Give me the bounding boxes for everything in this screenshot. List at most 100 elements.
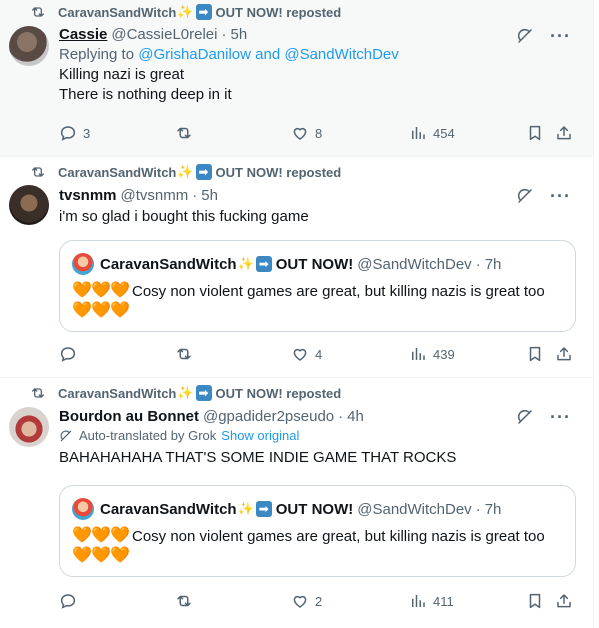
like-button[interactable]: 2 [291,592,322,610]
sparkle-emoji: ✨ [237,256,254,271]
sparkle-emoji: ✨ [177,164,194,179]
share-icon [555,592,573,610]
tweet-header: tvsnmm @tvsnmm · 5h [59,185,581,205]
like-icon [291,592,309,610]
like-button[interactable]: 4 [291,345,322,363]
bookmark-button[interactable] [526,124,550,142]
quote-timestamp: 7h [484,500,502,518]
tweet-header: Bourdon au Bonnet @gpadider2pseudo · 4h [59,406,581,426]
arrow-emoji: ➡ [195,4,212,20]
quoted-tweet[interactable]: CaravanSandWitch ✨ ➡ OUT NOW! @SandWitchDev… [59,485,576,577]
sparkle-emoji: ✨ [177,385,194,400]
quote-avatar [72,498,94,520]
author-handle[interactable]: @tvsnmm [121,187,189,204]
share-icon [555,124,573,142]
quoted-tweet[interactable]: CaravanSandWitch ✨ ➡ OUT NOW! @SandWitchDev… [59,240,576,332]
avatar[interactable] [9,407,49,447]
bookmark-icon [526,345,544,363]
tweet-text: Killing nazi is great There is nothing d… [59,65,581,105]
repost-action-icon [175,592,193,610]
timestamp[interactable]: 5h [230,26,247,43]
like-count: 4 [315,346,323,362]
share-button[interactable] [555,124,579,142]
sparkle-emoji: ✨ [177,4,194,19]
quote-avatar [72,253,94,275]
author-name[interactable]: Bourdon au Bonnet [59,408,199,425]
share-button[interactable] [555,345,579,363]
tweet-cassie[interactable]: CaravanSandWitch ✨ ➡ OUT NOW! reposted ··· … [0,0,593,157]
quote-timestamp: 7h [484,255,502,273]
tweet-text-line: There is nothing deep in it [59,86,232,103]
separator-dot: · [192,186,198,204]
reply-button[interactable]: 3 [59,124,90,142]
tweet-body: tvsnmm @tvsnmm · 5h i'm so glad i bought… [59,185,581,227]
repost-suffix: OUT NOW! reposted [215,4,342,20]
action-bar: 4 439 [59,345,579,365]
author-name[interactable]: tvsnmm [59,187,117,204]
action-bar: 3 8 454 [59,124,579,144]
repost-action-icon [175,124,193,142]
repost-button[interactable] [175,345,199,363]
bookmark-button[interactable] [526,345,550,363]
replying-to: Replying to @GrishaDanilow and @SandWitc… [59,46,581,63]
repost-suffix: OUT NOW! reposted [215,164,342,180]
repost-indicator: CaravanSandWitch ✨ ➡ OUT NOW! reposted [30,3,341,21]
translate-icon [59,429,73,443]
tweet-bourdon[interactable]: CaravanSandWitch ✨ ➡ OUT NOW! reposted ··· … [0,378,593,628]
avatar[interactable] [9,185,49,225]
replying-to-links[interactable]: @GrishaDanilow and @SandWitchDev [138,46,399,63]
like-icon [291,345,309,363]
author-handle[interactable]: @gpadider2pseudo [203,408,334,425]
quote-name-suffix: OUT NOW! [275,255,354,273]
views-count: 454 [433,125,455,141]
separator-dot: · [475,500,481,518]
author-handle[interactable]: @CassieL0relei [111,26,217,43]
bookmark-icon [526,592,544,610]
repost-author[interactable]: CaravanSandWitch [58,5,176,20]
quote-name-suffix: OUT NOW! [275,500,354,518]
timestamp[interactable]: 4h [347,408,364,425]
repost-button[interactable] [175,592,199,610]
quote-author-name: CaravanSandWitch [100,255,237,273]
views-icon [409,592,427,610]
repost-author[interactable]: CaravanSandWitch [58,386,176,401]
author-name[interactable]: Cassie [59,26,107,43]
tweet-header: Cassie @CassieL0relei · 5h [59,24,581,44]
reply-icon [59,345,77,363]
repost-author[interactable]: CaravanSandWitch [58,165,176,180]
views-button[interactable]: 439 [409,345,455,363]
views-count: 411 [433,593,454,609]
reply-button[interactable] [59,345,83,363]
like-icon [291,124,309,142]
views-button[interactable]: 411 [409,592,454,610]
translation-notice: Auto-translated by Grok Show original [59,428,581,443]
column-divider [593,0,594,628]
like-count: 8 [315,125,323,141]
arrow-emoji: ➡ [255,256,272,272]
repost-icon [30,164,46,180]
quote-text: 🧡🧡🧡🧡🧡🧡 Cosy non violent games are great,… [72,526,563,566]
quote-handle: @SandWitchDev [357,255,472,273]
share-button[interactable] [555,592,579,610]
repost-button[interactable] [175,124,199,142]
separator-dot: · [221,25,227,43]
sparkle-emoji: ✨ [237,501,254,516]
reply-icon [59,592,77,610]
show-original-link[interactable]: Show original [221,428,299,443]
reply-button[interactable] [59,592,83,610]
repost-indicator: CaravanSandWitch ✨ ➡ OUT NOW! reposted [30,384,341,402]
bookmark-button[interactable] [526,592,550,610]
translated-label: Auto-translated by Grok [79,428,217,443]
views-button[interactable]: 454 [409,124,455,142]
quote-handle: @SandWitchDev [357,500,472,518]
avatar[interactable] [9,26,49,66]
like-count: 2 [315,593,323,609]
views-icon [409,124,427,142]
arrow-emoji: ➡ [195,164,212,180]
quote-header: CaravanSandWitch ✨ ➡ OUT NOW! @SandWitchDev… [72,253,563,275]
timestamp[interactable]: 5h [201,187,218,204]
orange-heart-emojis: 🧡🧡🧡🧡🧡🧡 [72,282,130,319]
tweet-tvsnmm[interactable]: CaravanSandWitch ✨ ➡ OUT NOW! reposted ··· … [0,157,593,378]
like-button[interactable]: 8 [291,124,322,142]
quote-header: CaravanSandWitch ✨ ➡ OUT NOW! @SandWitchDev… [72,498,563,520]
